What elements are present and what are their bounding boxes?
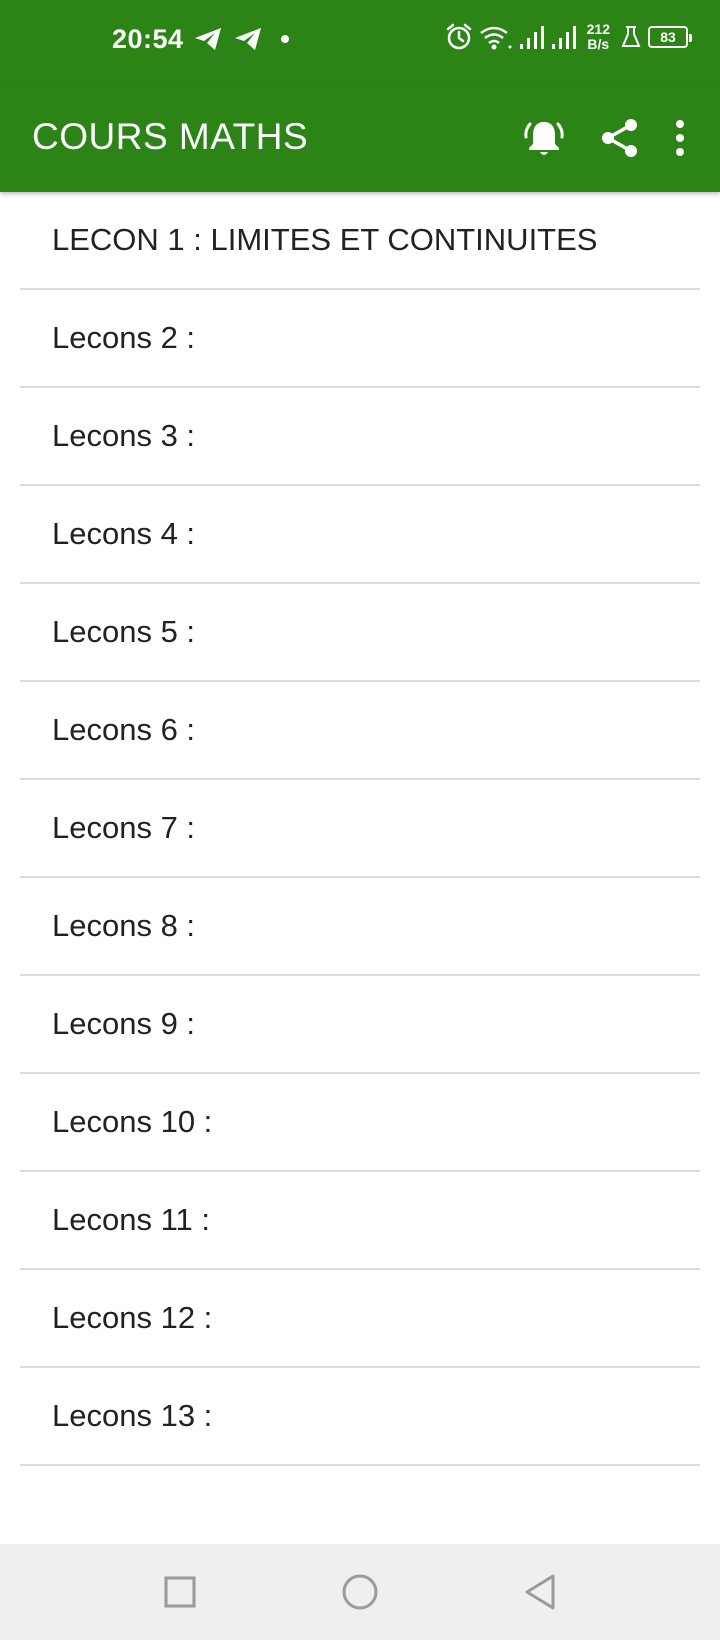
- lesson-item-8[interactable]: Lecons 8 :: [20, 878, 700, 976]
- lesson-item-9[interactable]: Lecons 9 :: [20, 976, 700, 1074]
- home-circle-icon: [342, 1574, 378, 1610]
- lesson-item-12[interactable]: Lecons 12 :: [20, 1270, 700, 1368]
- app-title: COURS MATHS: [32, 116, 309, 157]
- dot-icon: [281, 35, 289, 43]
- lesson-item-7[interactable]: Lecons 7 :: [20, 780, 700, 878]
- more-vert-icon: [676, 120, 684, 156]
- network-speed-unit: B/s: [587, 36, 610, 52]
- battery-indicator: 83: [648, 26, 692, 48]
- notification-icons: [193, 26, 293, 52]
- lesson-item-6[interactable]: Lecons 6 :: [20, 682, 700, 780]
- back-button[interactable]: [450, 1544, 630, 1640]
- wifi-icon: [479, 26, 512, 50]
- telegram-icon: [195, 28, 221, 50]
- lesson-item-2[interactable]: Lecons 2 :: [20, 290, 700, 388]
- network-speed: 212 B/s: [587, 22, 610, 52]
- status-time: 20:54: [112, 24, 184, 54]
- lesson-item-10[interactable]: Lecons 10 :: [20, 1074, 700, 1172]
- home-button[interactable]: [270, 1544, 450, 1640]
- signal-icon: [519, 26, 544, 49]
- app-bar: COURS MATHS: [0, 82, 720, 192]
- more-options-button[interactable]: [658, 110, 702, 166]
- system-nav-bar: [0, 1544, 720, 1640]
- share-icon: [602, 119, 637, 157]
- status-bar: 20:54 212 B/s 83: [0, 0, 720, 82]
- lesson-item-4[interactable]: Lecons 4 :: [20, 486, 700, 584]
- system-icons: 212 B/s 83: [445, 22, 692, 52]
- lesson-item-13[interactable]: Lecons 13 :: [20, 1368, 700, 1466]
- lesson-item-5[interactable]: Lecons 5 :: [20, 584, 700, 682]
- notification-bell-button[interactable]: [506, 110, 582, 166]
- app-actions: [506, 110, 702, 166]
- notification-bell-icon: [524, 122, 564, 155]
- lesson-list: LECON 1 : LIMITES ET CONTINUITES Lecons …: [20, 192, 700, 1466]
- signal-icon: [551, 26, 576, 49]
- alarm-icon: [446, 23, 471, 50]
- recents-button[interactable]: [90, 1544, 270, 1640]
- flask-icon: [621, 26, 641, 47]
- lesson-item-11[interactable]: Lecons 11 :: [20, 1172, 700, 1270]
- lesson-item-3[interactable]: Lecons 3 :: [20, 388, 700, 486]
- network-speed-value: 212: [586, 21, 610, 37]
- telegram-icon: [235, 28, 261, 50]
- back-triangle-icon: [525, 1574, 555, 1610]
- battery-level: 83: [660, 29, 676, 45]
- recents-square-icon: [164, 1576, 196, 1608]
- share-button[interactable]: [582, 110, 658, 166]
- lesson-item-1[interactable]: LECON 1 : LIMITES ET CONTINUITES: [20, 192, 700, 290]
